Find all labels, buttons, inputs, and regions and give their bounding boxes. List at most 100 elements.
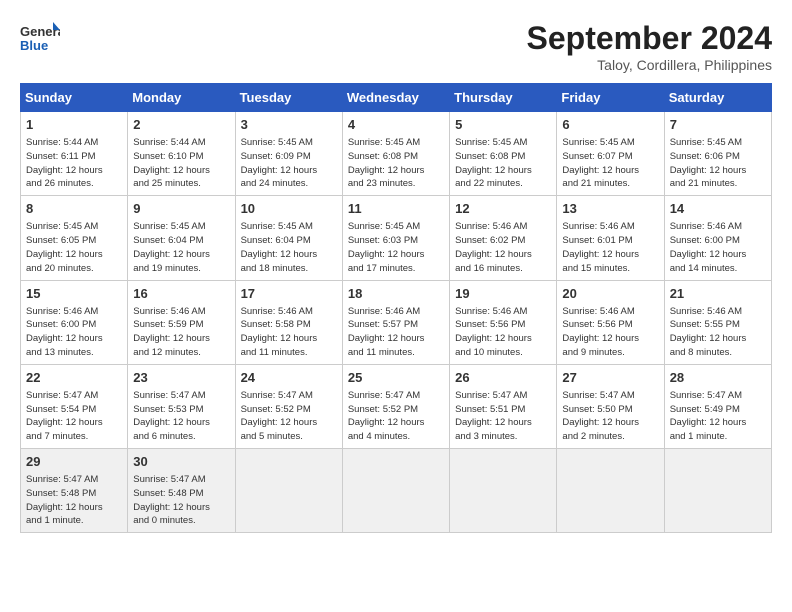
calendar-cell: 8 Sunrise: 5:45 AM Sunset: 6:05 PM Daylig… [21,196,128,280]
calendar-cell: 6Sunrise: 5:45 AM Sunset: 6:07 PM Daylig… [557,112,664,196]
calendar-cell [235,449,342,533]
calendar-body: 1 Sunrise: 5:44 AM Sunset: 6:11 PM Daylig… [21,112,772,533]
day-number: 28 [670,369,766,387]
calendar-cell: 27 Sunrise: 5:47 AM Sunset: 5:50 PM Dayli… [557,364,664,448]
day-number: 2 [133,116,229,134]
day-number: 7 [670,116,766,134]
col-thursday: Thursday [450,84,557,112]
calendar-row: 22 Sunrise: 5:47 AM Sunset: 5:54 PM Dayli… [21,364,772,448]
calendar-cell: 3 Sunrise: 5:45 AM Sunset: 6:09 PM Daylig… [235,112,342,196]
calendar-cell: 5 Sunrise: 5:45 AM Sunset: 6:08 PM Daylig… [450,112,557,196]
calendar-row: 8 Sunrise: 5:45 AM Sunset: 6:05 PM Daylig… [21,196,772,280]
calendar-row: 1 Sunrise: 5:44 AM Sunset: 6:11 PM Daylig… [21,112,772,196]
day-number: 22 [26,369,122,387]
col-tuesday: Tuesday [235,84,342,112]
location: Taloy, Cordillera, Philippines [527,57,772,73]
day-detail: Sunrise: 5:46 AM Sunset: 5:56 PM Dayligh… [562,305,658,360]
day-detail: Sunrise: 5:47 AM Sunset: 5:51 PM Dayligh… [455,389,551,444]
day-number: 3 [241,116,337,134]
day-detail: Sunrise: 5:47 AM Sunset: 5:52 PM Dayligh… [241,389,337,444]
day-number: 14 [670,200,766,218]
day-number: 27 [562,369,658,387]
calendar-cell [450,449,557,533]
day-detail: Sunrise: 5:46 AM Sunset: 6:02 PM Dayligh… [455,220,551,275]
calendar-cell: 15Sunrise: 5:46 AM Sunset: 6:00 PM Dayli… [21,280,128,364]
day-detail: Sunrise: 5:46 AM Sunset: 6:01 PM Dayligh… [562,220,658,275]
day-detail: Sunrise: 5:47 AM Sunset: 5:54 PM Dayligh… [26,389,122,444]
calendar-row: 29 Sunrise: 5:47 AM Sunset: 5:48 PM Dayli… [21,449,772,533]
day-detail: Sunrise: 5:45 AM Sunset: 6:05 PM Dayligh… [26,220,122,275]
calendar-cell: 25 Sunrise: 5:47 AM Sunset: 5:52 PM Dayli… [342,364,449,448]
day-detail: Sunrise: 5:47 AM Sunset: 5:50 PM Dayligh… [562,389,658,444]
calendar-cell: 4 Sunrise: 5:45 AM Sunset: 6:08 PM Daylig… [342,112,449,196]
day-detail: Sunrise: 5:45 AM Sunset: 6:04 PM Dayligh… [133,220,229,275]
day-number: 21 [670,285,766,303]
day-number: 13 [562,200,658,218]
calendar-row: 15Sunrise: 5:46 AM Sunset: 6:00 PM Dayli… [21,280,772,364]
calendar-cell: 16 Sunrise: 5:46 AM Sunset: 5:59 PM Dayli… [128,280,235,364]
day-number: 4 [348,116,444,134]
day-detail: Sunrise: 5:46 AM Sunset: 5:57 PM Dayligh… [348,305,444,360]
day-detail: Sunrise: 5:46 AM Sunset: 5:56 PM Dayligh… [455,305,551,360]
day-detail: Sunrise: 5:45 AM Sunset: 6:09 PM Dayligh… [241,136,337,191]
calendar-cell: 17 Sunrise: 5:46 AM Sunset: 5:58 PM Dayli… [235,280,342,364]
header: General Blue September 2024 Taloy, Cordi… [20,20,772,73]
day-detail: Sunrise: 5:45 AM Sunset: 6:06 PM Dayligh… [670,136,766,191]
day-detail: Sunrise: 5:44 AM Sunset: 6:11 PM Dayligh… [26,136,122,191]
calendar-cell: 7 Sunrise: 5:45 AM Sunset: 6:06 PM Daylig… [664,112,771,196]
calendar-cell: 13 Sunrise: 5:46 AM Sunset: 6:01 PM Dayli… [557,196,664,280]
calendar-cell: 9 Sunrise: 5:45 AM Sunset: 6:04 PM Daylig… [128,196,235,280]
logo: General Blue [20,20,64,55]
day-number: 6 [562,116,658,134]
day-number: 10 [241,200,337,218]
day-number: 26 [455,369,551,387]
calendar-cell: 22 Sunrise: 5:47 AM Sunset: 5:54 PM Dayli… [21,364,128,448]
day-number: 17 [241,285,337,303]
day-number: 29 [26,453,122,471]
calendar-cell: 21 Sunrise: 5:46 AM Sunset: 5:55 PM Dayli… [664,280,771,364]
day-detail: Sunrise: 5:46 AM Sunset: 6:00 PM Dayligh… [670,220,766,275]
day-number: 24 [241,369,337,387]
col-sunday: Sunday [21,84,128,112]
day-detail: Sunrise: 5:44 AM Sunset: 6:10 PM Dayligh… [133,136,229,191]
day-detail: Sunrise: 5:47 AM Sunset: 5:48 PM Dayligh… [133,473,229,528]
calendar-cell: 19 Sunrise: 5:46 AM Sunset: 5:56 PM Dayli… [450,280,557,364]
day-detail: Sunrise: 5:47 AM Sunset: 5:49 PM Dayligh… [670,389,766,444]
day-detail: Sunrise: 5:46 AM Sunset: 5:58 PM Dayligh… [241,305,337,360]
day-number: 30 [133,453,229,471]
calendar-cell: 29 Sunrise: 5:47 AM Sunset: 5:48 PM Dayli… [21,449,128,533]
day-number: 19 [455,285,551,303]
calendar-cell: 10 Sunrise: 5:45 AM Sunset: 6:04 PM Dayli… [235,196,342,280]
day-detail: Sunrise: 5:45 AM Sunset: 6:03 PM Dayligh… [348,220,444,275]
day-detail: Sunrise: 5:47 AM Sunset: 5:53 PM Dayligh… [133,389,229,444]
day-detail: Sunrise: 5:45 AM Sunset: 6:08 PM Dayligh… [455,136,551,191]
day-number: 16 [133,285,229,303]
day-detail: Sunrise: 5:45 AM Sunset: 6:08 PM Dayligh… [348,136,444,191]
col-monday: Monday [128,84,235,112]
col-saturday: Saturday [664,84,771,112]
col-friday: Friday [557,84,664,112]
day-number: 8 [26,200,122,218]
header-row: Sunday Monday Tuesday Wednesday Thursday… [21,84,772,112]
calendar-cell: 14 Sunrise: 5:46 AM Sunset: 6:00 PM Dayli… [664,196,771,280]
calendar-cell: 1 Sunrise: 5:44 AM Sunset: 6:11 PM Daylig… [21,112,128,196]
day-number: 25 [348,369,444,387]
day-number: 9 [133,200,229,218]
day-number: 23 [133,369,229,387]
day-detail: Sunrise: 5:46 AM Sunset: 5:55 PM Dayligh… [670,305,766,360]
day-detail: Sunrise: 5:47 AM Sunset: 5:48 PM Dayligh… [26,473,122,528]
calendar-cell: 28 Sunrise: 5:47 AM Sunset: 5:49 PM Dayli… [664,364,771,448]
day-number: 11 [348,200,444,218]
calendar-cell: 24 Sunrise: 5:47 AM Sunset: 5:52 PM Dayli… [235,364,342,448]
day-detail: Sunrise: 5:46 AM Sunset: 5:59 PM Dayligh… [133,305,229,360]
day-detail: Sunrise: 5:45 AM Sunset: 6:04 PM Dayligh… [241,220,337,275]
calendar-cell: 30 Sunrise: 5:47 AM Sunset: 5:48 PM Dayli… [128,449,235,533]
month-title: September 2024 [527,20,772,57]
day-number: 5 [455,116,551,134]
day-number: 1 [26,116,122,134]
calendar-cell [342,449,449,533]
calendar-cell: 20Sunrise: 5:46 AM Sunset: 5:56 PM Dayli… [557,280,664,364]
day-detail: Sunrise: 5:47 AM Sunset: 5:52 PM Dayligh… [348,389,444,444]
day-number: 12 [455,200,551,218]
calendar-cell: 2 Sunrise: 5:44 AM Sunset: 6:10 PM Daylig… [128,112,235,196]
